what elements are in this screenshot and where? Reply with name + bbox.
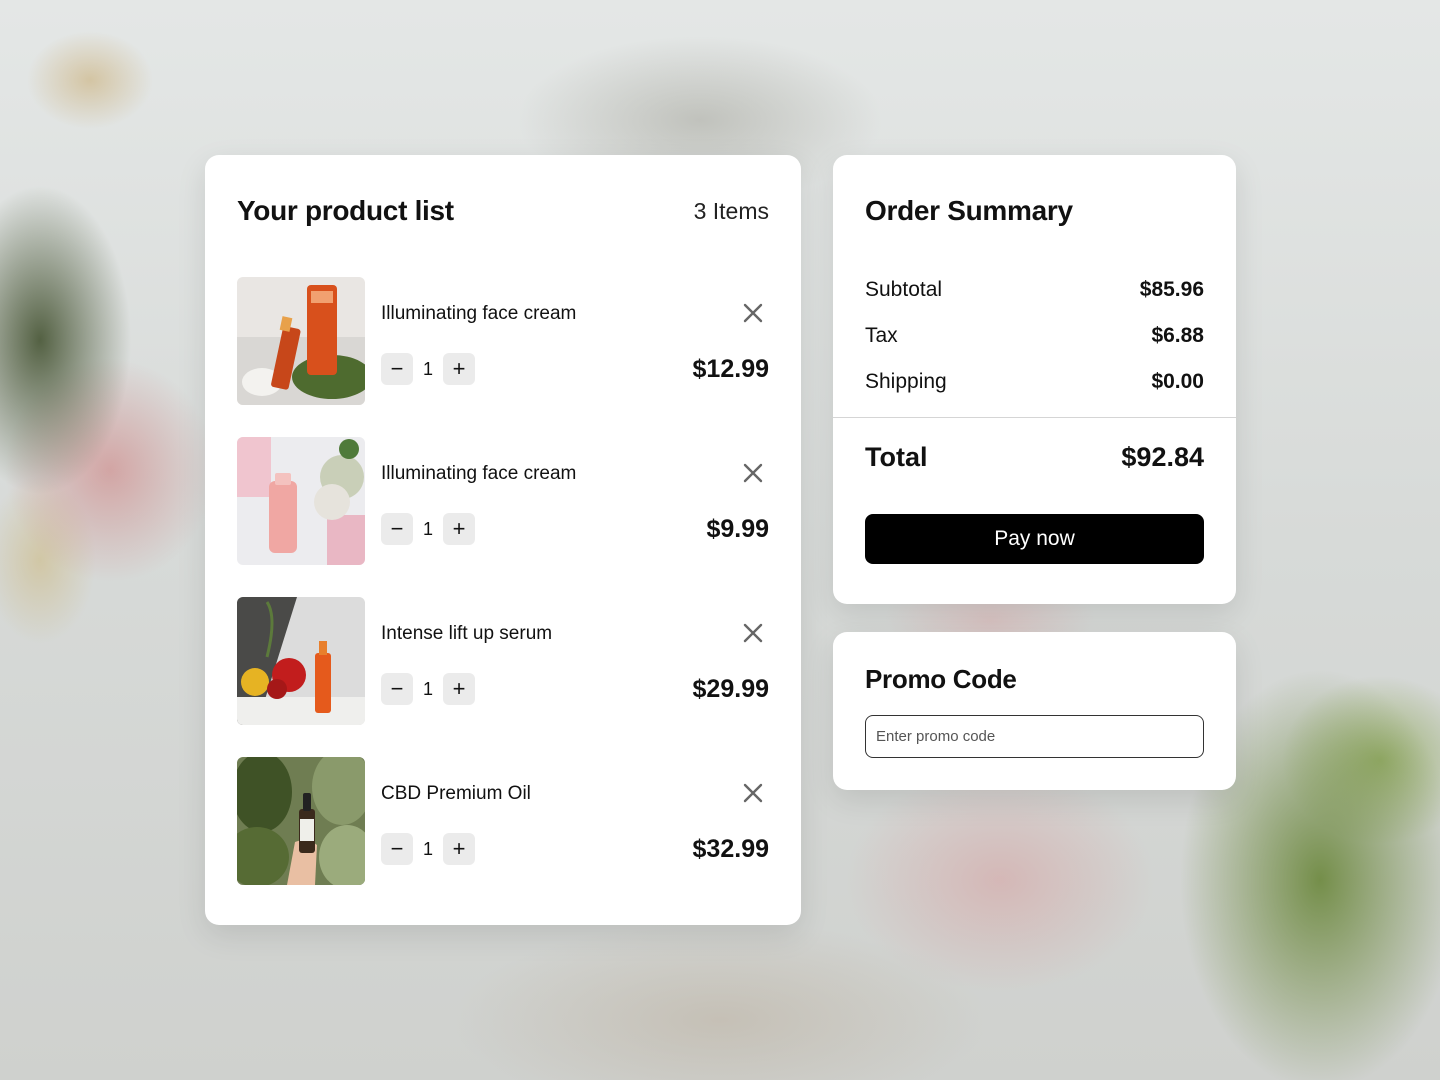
subtotal-row: Subtotal $85.96 bbox=[865, 278, 1204, 302]
increment-button[interactable]: + bbox=[443, 353, 475, 385]
promo-code-card: Promo Code bbox=[833, 632, 1236, 790]
product-price: $29.99 bbox=[692, 675, 769, 703]
remove-item-button[interactable] bbox=[741, 301, 765, 325]
total-row: Total $92.84 bbox=[865, 442, 1204, 473]
pink-bottle-flowers-image bbox=[237, 437, 365, 565]
shipping-label: Shipping bbox=[865, 370, 947, 393]
shipping-row: Shipping $0.00 bbox=[865, 370, 1204, 394]
quantity-value: 1 bbox=[422, 358, 433, 379]
quantity-stepper: − 1 + bbox=[381, 353, 475, 385]
product-list-header: Your product list 3 Items bbox=[237, 195, 769, 227]
decrement-button[interactable]: − bbox=[381, 833, 413, 865]
product-price: $9.99 bbox=[706, 515, 769, 543]
product-item: CBD Premium Oil − 1 + $32.99 bbox=[237, 757, 769, 885]
quantity-value: 1 bbox=[422, 838, 433, 859]
quantity-value: 1 bbox=[422, 518, 433, 539]
remove-item-button[interactable] bbox=[741, 461, 765, 485]
promo-code-input[interactable] bbox=[865, 715, 1204, 758]
product-price: $12.99 bbox=[692, 355, 769, 383]
subtotal-label: Subtotal bbox=[865, 278, 943, 301]
product-item: Illuminating face cream − 1 + $12.99 bbox=[237, 277, 769, 405]
orange-cream-tubes-image bbox=[237, 277, 365, 405]
product-name: Illuminating face cream bbox=[381, 463, 577, 484]
close-icon bbox=[743, 463, 763, 483]
product-price: $32.99 bbox=[692, 835, 769, 863]
pay-now-button[interactable]: Pay now bbox=[865, 514, 1204, 564]
tax-row: Tax $6.88 bbox=[865, 324, 1204, 348]
serum-bottle-roses-image bbox=[237, 597, 365, 725]
items-count: 3 Items bbox=[693, 197, 769, 224]
product-name: Illuminating face cream bbox=[381, 303, 577, 324]
product-item: Intense lift up serum − 1 + $29.99 bbox=[237, 597, 769, 725]
summary-divider bbox=[833, 417, 1236, 418]
remove-item-button[interactable] bbox=[741, 781, 765, 805]
product-name: CBD Premium Oil bbox=[381, 783, 531, 804]
product-name: Intense lift up serum bbox=[381, 623, 553, 644]
increment-button[interactable]: + bbox=[443, 513, 475, 545]
decrement-button[interactable]: − bbox=[381, 353, 413, 385]
close-icon bbox=[743, 783, 763, 803]
remove-item-button[interactable] bbox=[741, 621, 765, 645]
quantity-value: 1 bbox=[422, 678, 433, 699]
quantity-stepper: − 1 + bbox=[381, 833, 475, 865]
order-summary-card: Order Summary Subtotal $85.96 Tax $6.88 … bbox=[833, 155, 1236, 604]
product-list-card: Your product list 3 Items Illuminating f… bbox=[205, 155, 801, 925]
tax-label: Tax bbox=[865, 324, 898, 347]
total-value: $92.84 bbox=[1121, 442, 1204, 472]
product-list-title: Your product list bbox=[237, 195, 454, 226]
quantity-stepper: − 1 + bbox=[381, 513, 475, 545]
promo-code-title: Promo Code bbox=[865, 664, 1017, 694]
increment-button[interactable]: + bbox=[443, 833, 475, 865]
decrement-button[interactable]: − bbox=[381, 513, 413, 545]
increment-button[interactable]: + bbox=[443, 673, 475, 705]
quantity-stepper: − 1 + bbox=[381, 673, 475, 705]
order-summary-title: Order Summary bbox=[865, 195, 1073, 226]
shipping-value: $0.00 bbox=[1151, 370, 1204, 393]
tax-value: $6.88 bbox=[1151, 324, 1204, 347]
product-item: Illuminating face cream − 1 + $9.99 bbox=[237, 437, 769, 565]
subtotal-value: $85.96 bbox=[1139, 278, 1204, 301]
close-icon bbox=[743, 303, 763, 323]
oil-dropper-leaves-image bbox=[237, 757, 365, 885]
decrement-button[interactable]: − bbox=[381, 673, 413, 705]
close-icon bbox=[743, 623, 763, 643]
total-label: Total bbox=[865, 442, 928, 472]
